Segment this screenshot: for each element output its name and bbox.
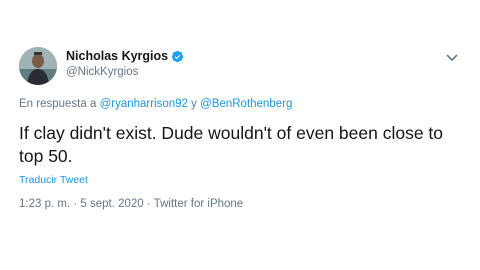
reply-prefix: En respuesta a <box>19 98 97 110</box>
translate-tweet-link[interactable]: Traducir Tweet <box>19 174 88 186</box>
tweet-source[interactable]: Twitter for iPhone <box>154 198 243 210</box>
meta-separator: · <box>146 198 151 210</box>
reply-conjunction: y <box>191 98 197 110</box>
tweet-metadata: 1:23 p. m. · 5 sept. 2020 · Twitter for … <box>19 198 243 210</box>
avatar-photo-icon <box>19 47 57 85</box>
tweet-header: Nicholas Kyrgios @NickKyrgios <box>19 47 461 87</box>
reply-context: En respuesta a @ryanharrison92 y @BenRot… <box>19 98 292 110</box>
display-name[interactable]: Nicholas Kyrgios <box>66 49 168 63</box>
chevron-down-icon[interactable] <box>445 51 459 65</box>
mention-link-2[interactable]: @BenRothenberg <box>200 98 292 110</box>
tweet-card: Nicholas Kyrgios @NickKyrgios En respues… <box>0 0 480 270</box>
verified-badge-icon <box>171 50 184 62</box>
tweet-timestamp[interactable]: 1:23 p. m. · 5 sept. 2020 <box>19 198 144 210</box>
user-handle[interactable]: @NickKyrgios <box>66 66 184 78</box>
display-name-row: Nicholas Kyrgios <box>66 49 184 63</box>
avatar[interactable] <box>19 47 57 85</box>
mention-link-1[interactable]: @ryanharrison92 <box>100 98 188 110</box>
tweet-text: If clay didn't exist. Dude wouldn't of e… <box>19 123 444 166</box>
author-names: Nicholas Kyrgios @NickKyrgios <box>66 49 184 78</box>
